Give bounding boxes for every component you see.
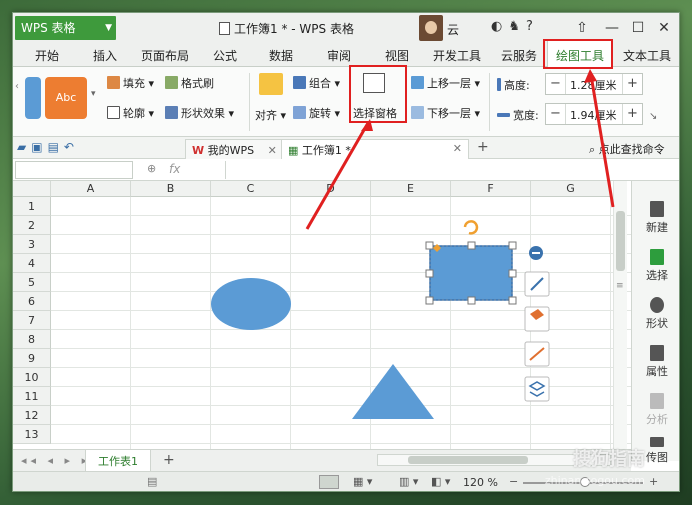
wps-window: WPS 表格 ▼ 工作簿1 * - WPS 表格 云 ◐♞? ⇧ — ☐ ✕ 开… — [12, 12, 680, 492]
arrow-head — [361, 119, 373, 131]
tutorial-arrows — [305, 69, 615, 230]
watermark-url: zhinan.sogou.com — [544, 474, 645, 487]
sidebar-active-indicator — [679, 301, 680, 351]
arrow-to-selection-pane — [305, 122, 370, 230]
arrow-to-drawing-tab — [589, 74, 615, 208]
arrow-head — [584, 69, 597, 83]
watermark-brand: 搜狗指南 — [573, 449, 645, 470]
